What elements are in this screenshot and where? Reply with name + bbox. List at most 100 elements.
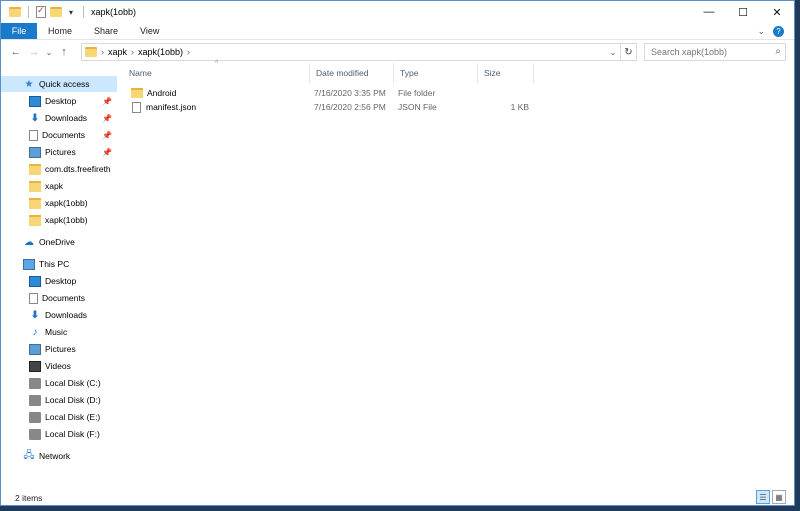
file-icon <box>132 101 141 113</box>
properties-icon[interactable] <box>36 5 46 18</box>
close-button[interactable]: ✕ <box>760 1 794 23</box>
videos-icon <box>29 360 41 372</box>
chevron-right-icon[interactable]: › <box>131 47 134 57</box>
sidebar-item-disk-d[interactable]: Local Disk (D:) <box>1 392 117 408</box>
file-date: 7/16/2020 3:35 PM <box>314 88 386 98</box>
tab-view[interactable]: View <box>129 23 170 39</box>
sidebar-item-label: This PC <box>39 259 70 269</box>
column-header-name[interactable]: Name <box>123 63 310 83</box>
search-icon[interactable]: ⌕ <box>775 46 781 57</box>
sidebar-item-downloads[interactable]: ⬇ Downloads 📌 <box>1 110 117 126</box>
window-title: xapk(1obb) <box>91 7 137 17</box>
file-type: JSON File <box>398 102 437 112</box>
minimize-button[interactable]: — <box>692 1 726 23</box>
navigation-row: ← → ⌄ ↑ › xapk › xapk(1obb) › ⌄ ↻ ⌕ <box>1 41 794 63</box>
pin-icon[interactable]: 📌 <box>102 97 112 106</box>
sidebar-item-label: Local Disk (C:) <box>45 378 101 388</box>
maximize-button[interactable]: ☐ <box>726 1 760 23</box>
breadcrumb-xapk[interactable]: xapk <box>108 47 127 57</box>
sidebar-item-com-dts-freefireth[interactable]: com.dts.freefireth <box>1 161 117 177</box>
sidebar-item-desktop[interactable]: Desktop 📌 <box>1 93 117 109</box>
computer-icon <box>23 258 35 270</box>
file-size: 1 KB <box>510 102 529 112</box>
sidebar-item-onedrive[interactable]: ☁ OneDrive <box>1 234 117 250</box>
chevron-down-icon[interactable]: ⌄ <box>606 48 620 57</box>
sidebar-item-pc-music[interactable]: ♪ Music <box>1 324 117 340</box>
sidebar-item-pc-videos[interactable]: Videos <box>1 358 117 374</box>
sidebar-item-xapk-1obb[interactable]: xapk(1obb) <box>1 195 117 211</box>
sidebar-item-pc-pictures[interactable]: Pictures <box>1 341 117 357</box>
sidebar-item-label: Network <box>39 451 71 461</box>
sidebar-item-pc-desktop[interactable]: Desktop <box>1 273 117 289</box>
sidebar-item-label: Desktop <box>45 276 77 286</box>
folder-icon <box>29 214 41 226</box>
breadcrumb-current[interactable]: xapk(1obb) <box>138 47 183 57</box>
navigation-pane: ★ Quick access Desktop 📌 ⬇ Downloads 📌 D… <box>1 71 117 487</box>
chevron-right-icon[interactable]: › <box>187 47 190 57</box>
folder-icon <box>85 47 97 57</box>
search-input[interactable] <box>651 47 769 57</box>
sidebar-item-xapk[interactable]: xapk <box>1 178 117 194</box>
up-button[interactable]: ↑ <box>55 46 73 58</box>
sidebar-item-disk-f[interactable]: Local Disk (F:) <box>1 426 117 442</box>
recent-locations-button[interactable]: ⌄ <box>43 48 55 57</box>
search-box[interactable]: ⌕ <box>644 43 786 61</box>
sidebar-item-pc-documents[interactable]: Documents <box>1 290 117 306</box>
expand-ribbon-icon[interactable]: ⌄ <box>757 26 765 37</box>
file-name-cell: Android <box>131 86 176 100</box>
file-list: ^ Name Date modified Type Size Android 7… <box>123 60 783 483</box>
view-switcher: ☰ ▦ <box>756 490 786 504</box>
column-header-size[interactable]: Size <box>478 63 534 83</box>
folder-icon <box>29 163 41 175</box>
folder-icon <box>131 88 143 98</box>
tab-share[interactable]: Share <box>83 23 129 39</box>
sidebar-item-disk-c[interactable]: Local Disk (C:) <box>1 375 117 391</box>
forward-button[interactable]: → <box>25 46 43 58</box>
pin-icon[interactable]: 📌 <box>102 114 112 123</box>
large-icons-view-icon[interactable]: ▦ <box>772 490 786 504</box>
pin-icon[interactable]: 📌 <box>102 148 112 157</box>
new-folder-icon[interactable] <box>50 7 62 17</box>
customize-toolbar-icon[interactable]: ▾ <box>66 8 76 17</box>
table-row[interactable]: Android 7/16/2020 3:35 PM File folder <box>123 86 543 100</box>
address-actions: ⌄ ↻ <box>606 44 636 60</box>
column-header-date[interactable]: Date modified <box>310 63 394 83</box>
details-view-icon[interactable]: ☰ <box>756 490 770 504</box>
sidebar-item-label: Desktop <box>45 96 77 106</box>
chevron-right-icon[interactable]: › <box>101 47 104 57</box>
sidebar-item-disk-e[interactable]: Local Disk (E:) <box>1 409 117 425</box>
sidebar-item-label: Downloads <box>45 113 88 123</box>
sidebar-item-pc-downloads[interactable]: ⬇ Downloads <box>1 307 117 323</box>
desktop-icon <box>29 275 41 287</box>
column-header-type[interactable]: Type <box>394 63 478 83</box>
divider <box>28 6 29 18</box>
pictures-icon <box>29 146 41 158</box>
star-icon: ★ <box>24 78 34 90</box>
sidebar-item-label: Local Disk (D:) <box>45 395 101 405</box>
tab-file[interactable]: File <box>1 23 37 39</box>
file-size <box>485 86 529 100</box>
folder-icon <box>29 180 41 192</box>
sidebar-item-label: Local Disk (E:) <box>45 412 101 422</box>
documents-icon <box>29 129 38 141</box>
downloads-icon: ⬇ <box>30 309 40 321</box>
address-bar[interactable]: › xapk › xapk(1obb) › ⌄ ↻ <box>81 43 637 61</box>
desktop-icon <box>29 95 41 107</box>
sidebar-item-xapk-1obb-2[interactable]: xapk(1obb) <box>1 212 117 228</box>
refresh-button[interactable]: ↻ <box>620 44 636 60</box>
sidebar-item-label: Local Disk (F:) <box>45 429 100 439</box>
sidebar-item-documents[interactable]: Documents 📌 <box>1 127 117 143</box>
sidebar-item-pictures[interactable]: Pictures 📌 <box>1 144 117 160</box>
quick-access-toolbar: ▾ <box>1 5 87 18</box>
pin-icon[interactable]: 📌 <box>102 131 112 140</box>
sidebar-item-quick-access[interactable]: ★ Quick access <box>1 76 117 92</box>
table-row[interactable]: manifest.json 7/16/2020 2:56 PM JSON Fil… <box>123 100 543 114</box>
sidebar-item-label: com.dts.freefireth <box>45 164 111 174</box>
help-icon[interactable]: ? <box>773 25 784 37</box>
music-icon: ♪ <box>32 326 38 338</box>
sidebar-item-network[interactable]: 🖧 Network <box>1 448 117 464</box>
sidebar-item-this-pc[interactable]: This PC <box>1 256 117 272</box>
tab-home[interactable]: Home <box>37 23 83 39</box>
back-button[interactable]: ← <box>7 46 25 58</box>
item-count: 2 items <box>15 492 43 503</box>
